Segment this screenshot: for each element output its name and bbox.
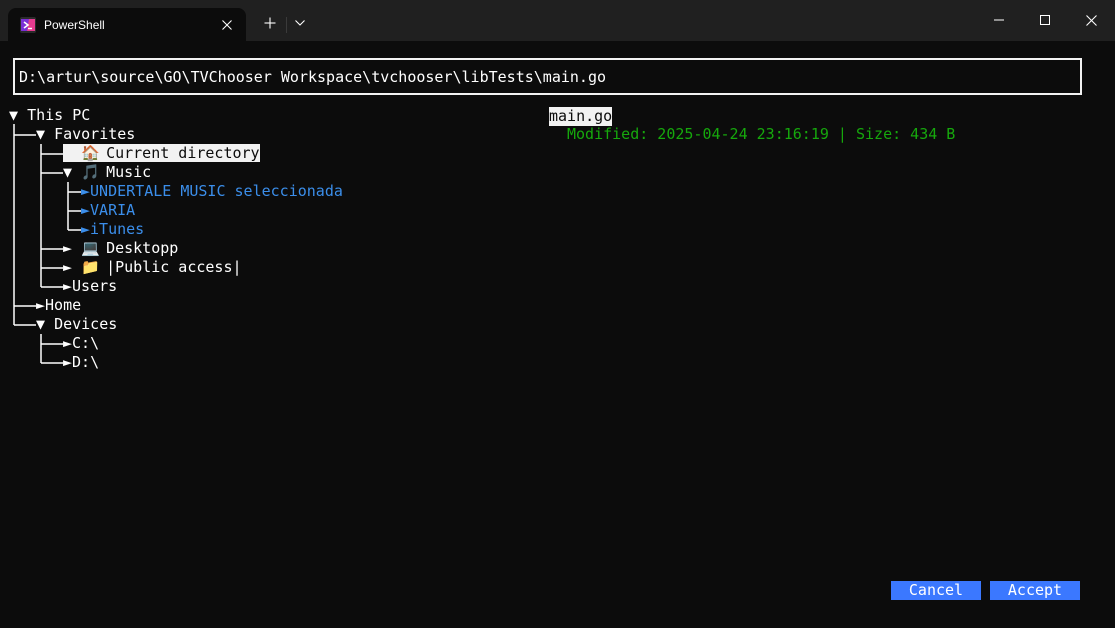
collapsed-arrow-icon: ► — [81, 182, 91, 200]
tree-node-desktop[interactable]: ► 💻 Desktopp — [63, 239, 178, 258]
tree-node-varia[interactable]: ►VARIA — [81, 201, 135, 220]
maximize-icon — [1040, 15, 1050, 25]
collapsed-arrow-icon: ► — [63, 277, 73, 295]
tree-node-label: Favorites — [54, 125, 136, 143]
tree-node-home[interactable]: ►Home — [36, 296, 81, 315]
collapsed-arrow-icon: ► — [63, 353, 73, 371]
collapsed-arrow-icon: ► — [36, 296, 46, 314]
collapsed-arrow-icon: ► — [63, 239, 73, 257]
tree-node-undertale-music[interactable]: ►UNDERTALE MUSIC seleccionada — [81, 182, 343, 201]
tree-node-devices[interactable]: ▼ Devices — [36, 315, 117, 334]
tree-node-label: This PC — [27, 106, 91, 124]
tree-node-label: |Public access| — [106, 258, 242, 276]
tree-node-label: VARIA — [90, 201, 136, 219]
tree-node-favorites[interactable]: ▼ Favorites — [36, 125, 135, 144]
music-note-icon: 🎵 — [81, 163, 100, 181]
tree-node-label: UNDERTALE MUSIC seleccionada — [90, 182, 343, 200]
accept-button[interactable]: Accept — [990, 581, 1080, 600]
tree-node-label: Current directory — [106, 144, 260, 162]
close-icon — [1085, 14, 1097, 26]
computer-icon: 💻 — [81, 239, 100, 257]
preview-filename: main.go — [549, 107, 613, 126]
tree-node-label: Devices — [54, 315, 118, 333]
tree-node-label: iTunes — [90, 220, 145, 238]
collapsed-arrow-icon: ► — [63, 334, 73, 352]
minimize-button[interactable] — [987, 8, 1011, 32]
tree-node-itunes[interactable]: ►iTunes — [81, 220, 144, 239]
tree-node-music[interactable]: ▼ 🎵 Music — [63, 163, 151, 182]
tree-node-users[interactable]: ►Users — [63, 277, 117, 296]
tree-node-label: Desktopp — [106, 239, 179, 257]
expanded-triangle-icon: ▼ — [36, 315, 46, 333]
collapsed-arrow-icon: ► — [63, 258, 73, 276]
tree-node-this-pc[interactable]: ▼ This PC — [9, 106, 90, 125]
collapsed-arrow-icon: ► — [81, 201, 91, 219]
tree-node-label: Music — [106, 163, 152, 181]
expanded-triangle-icon: ▼ — [63, 163, 73, 181]
tree-node-current-directory[interactable]: 🏠 Current directory — [63, 144, 260, 163]
folder-icon: 📁 — [81, 258, 100, 276]
cancel-button[interactable]: Cancel — [891, 581, 981, 600]
tree-node-label: D:\ — [72, 353, 100, 371]
tree-node-drive-c[interactable]: ►C:\ — [63, 334, 99, 353]
tree-node-label: Home — [45, 296, 82, 314]
tree-node-public-access[interactable]: ► 📁 |Public access| — [63, 258, 242, 277]
tree-node-label: Users — [72, 277, 118, 295]
collapsed-arrow-icon: ► — [81, 220, 91, 238]
minimize-icon — [994, 19, 1004, 21]
tree-node-label: C:\ — [72, 334, 100, 352]
selected-node-highlight: 🏠 Current directory — [63, 144, 260, 162]
house-icon: 🏠 — [81, 144, 100, 162]
maximize-button[interactable] — [1033, 8, 1057, 32]
expanded-triangle-icon: ▼ — [36, 125, 46, 143]
tree-node-drive-d[interactable]: ►D:\ — [63, 353, 99, 372]
expanded-triangle-icon: ▼ — [9, 106, 19, 124]
preview-file-info: Modified: 2025-04-24 23:16:19 | Size: 43… — [567, 125, 956, 143]
close-window-button[interactable] — [1079, 8, 1103, 32]
terminal-window: PowerShell D:\artur\source\GO\TVChooser … — [0, 0, 1115, 628]
